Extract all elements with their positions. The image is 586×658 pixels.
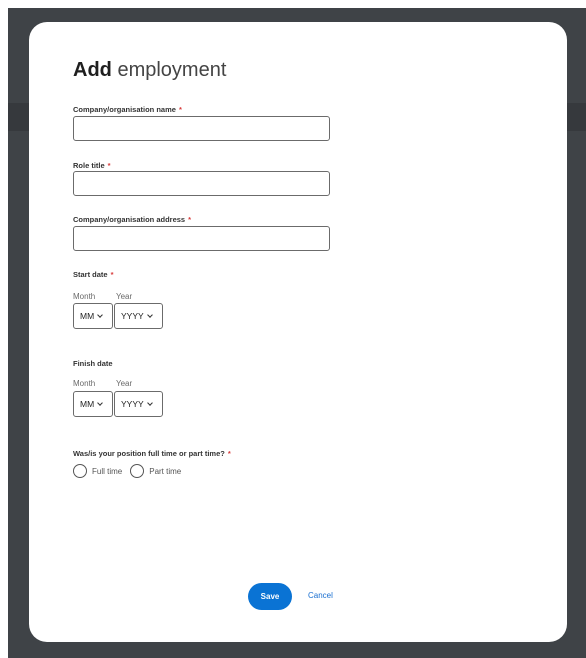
finish-date-label-text: Finish date (73, 359, 113, 368)
full-time-label[interactable]: Full time (92, 467, 122, 476)
cancel-link[interactable]: Cancel (308, 591, 333, 600)
finish-month-select[interactable]: MM (73, 391, 113, 417)
required-marker: * (107, 161, 111, 170)
required-marker: * (110, 270, 114, 279)
full-time-radio[interactable] (73, 464, 87, 478)
save-button[interactable]: Save (248, 583, 292, 610)
start-year-label: Year (116, 292, 133, 301)
role-title-label: Role title * (73, 161, 111, 170)
part-time-radio[interactable] (130, 464, 145, 478)
company-name-label: Company/organisation name * (73, 105, 182, 114)
start-month-select[interactable]: MM (73, 303, 113, 329)
finish-year-value: YYYY (121, 399, 144, 409)
dialog-title: Add employment (73, 59, 226, 82)
company-address-input[interactable] (73, 226, 330, 251)
dialog-title-bold: Add (73, 59, 112, 81)
company-address-label: Company/organisation address * (73, 215, 191, 224)
start-year-select[interactable]: YYYY (114, 303, 163, 329)
start-date-label-text: Start date (73, 270, 108, 279)
finish-month-value: MM (80, 399, 95, 409)
role-title-label-text: Role title (73, 161, 105, 170)
chevron-down-icon (97, 399, 104, 406)
part-time-label[interactable]: Part time (149, 467, 181, 476)
start-date-label: Start date * (73, 270, 114, 279)
finish-date-label: Finish date (73, 359, 113, 368)
required-marker: * (188, 215, 192, 224)
position-type-label: Was/is your position full time or part t… (73, 449, 231, 458)
position-type-label-text: Was/is your position full time or part t… (73, 449, 225, 458)
company-name-input[interactable] (73, 116, 330, 141)
start-month-value: MM (80, 311, 95, 321)
chevron-down-icon (146, 311, 153, 318)
role-title-input[interactable] (73, 171, 330, 196)
company-name-label-text: Company/organisation name (73, 105, 176, 114)
position-type-radio-group: Full time Part time (73, 464, 189, 478)
dialog-title-rest: employment (117, 59, 227, 81)
add-employment-dialog: Add employment Company/organisation name… (29, 22, 567, 642)
required-marker: * (178, 105, 182, 114)
finish-month-label: Month (73, 379, 96, 388)
company-address-label-text: Company/organisation address (73, 215, 186, 224)
chevron-down-icon (146, 399, 153, 406)
finish-year-select[interactable]: YYYY (114, 391, 163, 417)
start-year-value: YYYY (121, 311, 144, 321)
chevron-down-icon (97, 311, 104, 318)
start-month-label: Month (73, 292, 96, 301)
finish-year-label: Year (116, 379, 133, 388)
required-marker: * (227, 449, 231, 458)
